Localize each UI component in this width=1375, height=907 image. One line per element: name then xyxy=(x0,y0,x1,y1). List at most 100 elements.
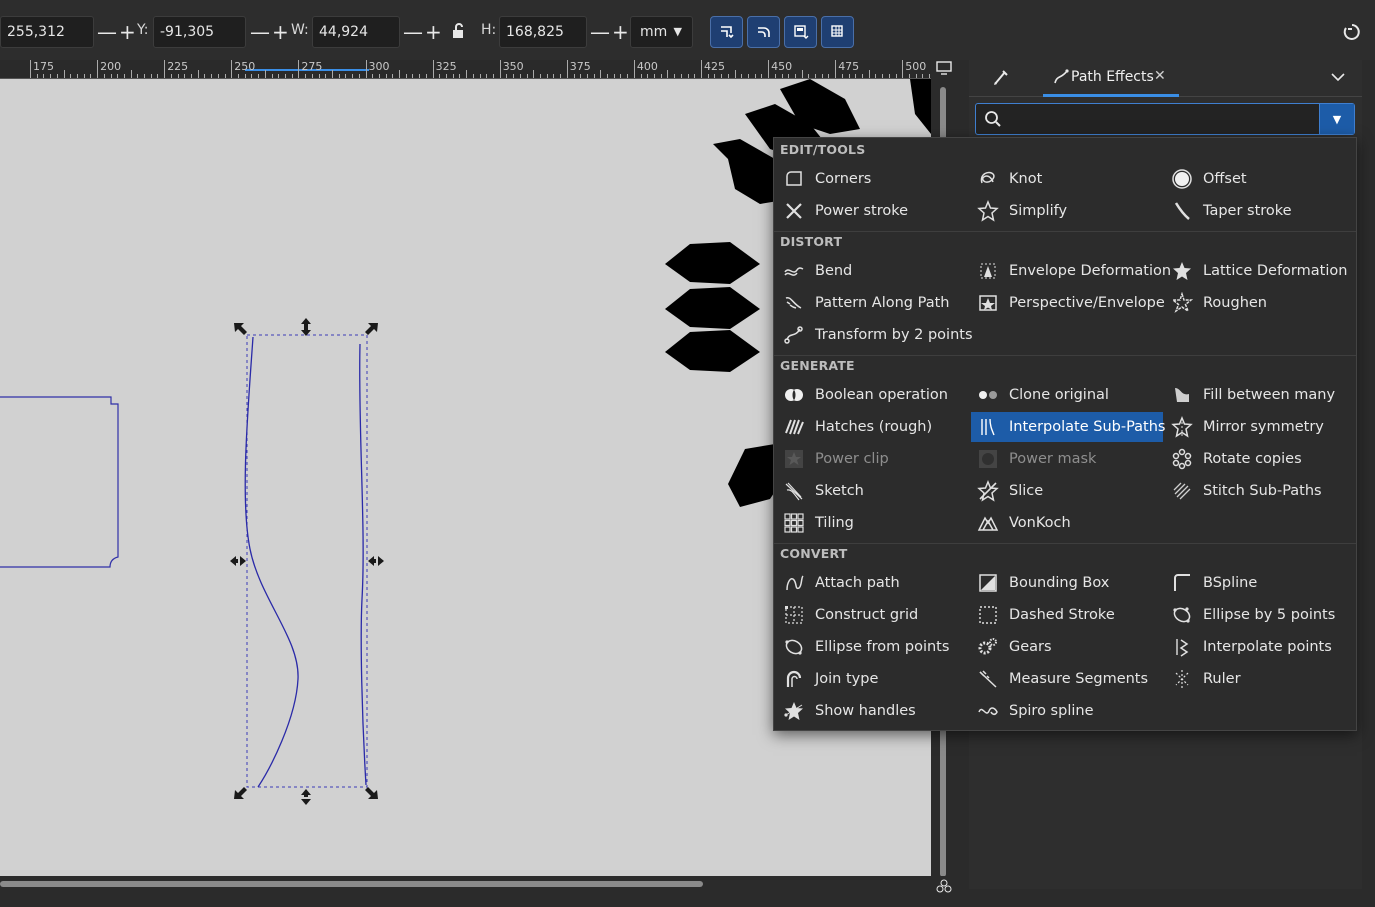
menu-item-show-handles[interactable]: Show handles xyxy=(777,696,969,726)
ruler-minor-tick xyxy=(754,74,756,78)
interpolate-subpaths-icon xyxy=(977,416,999,438)
menu-item-lattice[interactable]: Lattice Deformation xyxy=(1165,256,1355,286)
w-stepper[interactable]: —+ xyxy=(403,22,444,42)
ruler-minor-tick xyxy=(667,70,669,78)
h-field[interactable]: 168,825 xyxy=(499,16,587,48)
menu-item-stitch[interactable]: Stitch Sub-Paths xyxy=(1165,476,1355,506)
horizontal-scrollbar[interactable] xyxy=(0,876,957,907)
ruler-minor-tick xyxy=(217,74,219,78)
slice-icon xyxy=(977,480,999,502)
menu-item-roughen[interactable]: Roughen xyxy=(1165,288,1355,318)
menu-item-boolean[interactable]: Boolean operation xyxy=(777,380,969,410)
menu-item-hatches[interactable]: Hatches (rough) xyxy=(777,412,969,442)
menu-item-sketch[interactable]: Sketch xyxy=(777,476,969,506)
x-field[interactable]: 255,312 xyxy=(0,16,94,48)
menu-item-power-stroke[interactable]: Power stroke xyxy=(777,196,969,226)
attach-path-icon xyxy=(783,572,805,594)
ruler-minor-tick xyxy=(466,70,468,78)
ruler-minor-tick xyxy=(419,74,421,78)
scale-stroke-icon xyxy=(720,26,734,39)
menu-item-interpolate-points[interactable]: Interpolate points xyxy=(1165,632,1355,662)
navigator-icon[interactable] xyxy=(934,877,954,895)
ruler-minor-tick xyxy=(184,74,186,78)
y-field[interactable]: -91,305 xyxy=(153,16,246,48)
menu-item-ruler[interactable]: Ruler xyxy=(1165,664,1355,694)
menu-item-bounding-box[interactable]: Bounding Box xyxy=(971,568,1163,598)
menu-item-label: Bounding Box xyxy=(1009,575,1110,591)
menu-item-join-type[interactable]: Join type xyxy=(777,664,969,694)
menu-item-clone[interactable]: Clone original xyxy=(971,380,1163,410)
horizontal-scrollbar-thumb[interactable] xyxy=(0,881,703,887)
menu-item-bspline[interactable]: BSpline xyxy=(1165,568,1355,598)
horizontal-ruler[interactable]: 175 200 225 250 275 300 325 350 375 400 425 450 475 5… xyxy=(0,60,931,79)
lock-icon[interactable] xyxy=(450,22,468,44)
dashed-stroke-icon xyxy=(977,604,999,626)
menu-item-ellipse-points[interactable]: Ellipse from points xyxy=(777,632,969,662)
w-field[interactable]: 44,924 xyxy=(312,16,400,48)
search-dropdown-button[interactable]: ▼ xyxy=(1319,104,1354,134)
tiling-icon xyxy=(783,512,805,534)
search-input[interactable] xyxy=(1006,107,1310,133)
y-stepper[interactable]: —+ xyxy=(250,22,291,42)
menu-item-transform[interactable]: Transform by 2 points xyxy=(777,320,973,350)
menu-item-label: Gears xyxy=(1009,639,1052,655)
ruler-minor-tick xyxy=(345,74,347,78)
ruler-minor-tick xyxy=(707,74,709,78)
scale-stroke-button[interactable] xyxy=(710,16,743,48)
menu-item-envelope[interactable]: Envelope Deformation xyxy=(971,256,1171,286)
ruler-minor-tick xyxy=(815,74,817,78)
menu-item-spiro[interactable]: Spiro spline xyxy=(971,696,1163,726)
menu-item-measure[interactable]: Measure Segments xyxy=(971,664,1163,694)
menu-item-perspective[interactable]: Perspective/Envelope xyxy=(971,288,1165,318)
menu-item-knot[interactable]: Knot xyxy=(971,164,1163,194)
ruler-label: 375 xyxy=(569,60,591,73)
menu-item-ellipse-5[interactable]: Ellipse by 5 points xyxy=(1165,600,1355,630)
ruler-minor-tick xyxy=(526,74,528,78)
menu-item-interpolate-subpaths[interactable]: Interpolate Sub-Paths xyxy=(971,412,1165,442)
menu-item-label: VonKoch xyxy=(1009,515,1071,531)
menu-item-rotate-copies[interactable]: Rotate copies xyxy=(1165,444,1355,474)
menu-item-corners[interactable]: Corners xyxy=(777,164,969,194)
interpolate-points-icon xyxy=(1171,636,1193,658)
panel-tabs: Path Effects ✕ xyxy=(969,60,1362,97)
snap-toggle-icon[interactable] xyxy=(1343,23,1361,45)
menu-item-tiling[interactable]: Tiling xyxy=(777,508,969,538)
ruler-minor-tick xyxy=(459,74,461,78)
ellipse-points-icon xyxy=(783,636,805,658)
menu-item-pattern[interactable]: Pattern Along Path xyxy=(777,288,969,318)
menu-item-slice[interactable]: Slice xyxy=(971,476,1163,506)
ruler-label: 400 xyxy=(636,60,658,73)
menu-item-taper-stroke[interactable]: Taper stroke xyxy=(1165,196,1355,226)
transform-pattern-button[interactable] xyxy=(821,16,854,48)
ruler-minor-tick xyxy=(244,74,246,78)
unit-select[interactable]: mm ▼ xyxy=(630,16,693,48)
menu-item-construct-grid[interactable]: Construct grid xyxy=(777,600,969,630)
menu-item-bend[interactable]: Bend xyxy=(777,256,969,286)
display-mode-icon[interactable] xyxy=(931,56,957,79)
menu-item-offset[interactable]: Offset xyxy=(1165,164,1355,194)
hatches-icon xyxy=(783,416,805,438)
menu-item-fill-between[interactable]: Fill between many xyxy=(1165,380,1355,410)
ruler-minor-tick xyxy=(130,70,132,78)
ruler-minor-tick xyxy=(848,74,850,78)
tab-fill-stroke[interactable] xyxy=(991,68,1011,92)
pattern-grid-icon xyxy=(830,25,843,37)
scale-corners-button[interactable] xyxy=(747,16,780,48)
ruler-minor-tick xyxy=(875,74,877,78)
menu-item-attach-path[interactable]: Attach path xyxy=(777,568,969,598)
menu-item-simplify[interactable]: Simplify xyxy=(971,196,1163,226)
tab-path-effects[interactable]: Path Effects ✕ xyxy=(1043,60,1179,97)
chevron-down-icon[interactable] xyxy=(1329,69,1347,89)
ruler-minor-tick xyxy=(103,74,105,78)
menu-item-vonkoch[interactable]: VonKoch xyxy=(971,508,1163,538)
transform-gradient-button[interactable] xyxy=(784,16,817,48)
transform-icon xyxy=(783,324,805,346)
close-icon[interactable]: ✕ xyxy=(1154,68,1166,84)
menu-item-label: Clone original xyxy=(1009,387,1109,403)
lattice-icon xyxy=(1171,260,1193,282)
h-stepper[interactable]: —+ xyxy=(590,22,631,42)
x-stepper[interactable]: —+ xyxy=(97,22,138,42)
menu-item-mirror[interactable]: Mirror symmetry xyxy=(1165,412,1355,442)
menu-item-gears[interactable]: Gears xyxy=(971,632,1163,662)
menu-item-dashed-stroke[interactable]: Dashed Stroke xyxy=(971,600,1163,630)
